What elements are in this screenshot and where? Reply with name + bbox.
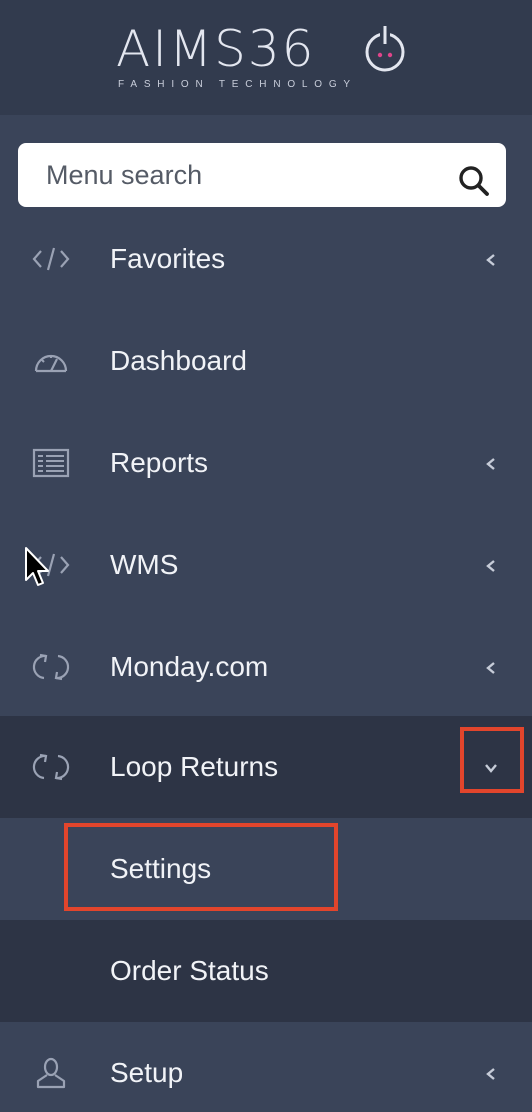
menu-item-label: WMS <box>110 549 179 580</box>
dashboard-icon <box>34 354 68 373</box>
menu-item-favorites[interactable]: Favorites <box>0 208 532 310</box>
menu-item-label: Dashboard <box>110 345 247 376</box>
menu-item-label: Setup <box>110 1057 184 1088</box>
search-icon[interactable] <box>456 163 492 197</box>
menu-item-loop-returns[interactable]: Loop Returns <box>0 716 532 818</box>
chevron-left-icon[interactable] <box>482 557 500 575</box>
menu-item-label: Loop Returns <box>110 751 279 782</box>
menu-item-label: Favorites <box>110 243 226 274</box>
menu-item-label: Monday.com <box>110 651 269 682</box>
chevron-left-icon[interactable] <box>482 659 500 677</box>
mouse-cursor-icon <box>25 547 49 586</box>
brand-logo[interactable]: AIMS36 FASHION TECHNOLOGY <box>0 0 532 115</box>
chevron-left-icon[interactable] <box>482 1065 500 1083</box>
menu-search <box>18 143 506 207</box>
menu-item-dashboard[interactable]: Dashboard <box>0 310 532 412</box>
menu-item-wms[interactable]: WMS <box>0 514 532 616</box>
search-input[interactable] <box>18 143 448 207</box>
menu-item-reports[interactable]: Reports <box>0 412 532 514</box>
submenu-item-order-status[interactable]: Order Status <box>0 920 532 1022</box>
chevron-highlight-box <box>460 727 524 793</box>
sync-icon <box>32 653 70 681</box>
sync-icon <box>32 753 70 781</box>
chevron-left-icon[interactable] <box>482 251 500 269</box>
brand-tagline: FASHION TECHNOLOGY <box>118 79 357 90</box>
submenu-item-label: Order Status <box>110 955 269 986</box>
chevron-left-icon[interactable] <box>482 455 500 473</box>
code-icon <box>32 247 70 271</box>
power-icon <box>365 24 405 72</box>
settings-highlight-box <box>64 823 338 911</box>
report-icon <box>32 448 70 478</box>
menu-item-label: Reports <box>110 447 209 478</box>
menu-item-monday[interactable]: Monday.com <box>0 616 532 718</box>
sidebar-header: AIMS36 FASHION TECHNOLOGY <box>0 0 532 115</box>
menu-item-setup[interactable]: Setup <box>0 1022 532 1112</box>
user-icon <box>36 1057 66 1089</box>
